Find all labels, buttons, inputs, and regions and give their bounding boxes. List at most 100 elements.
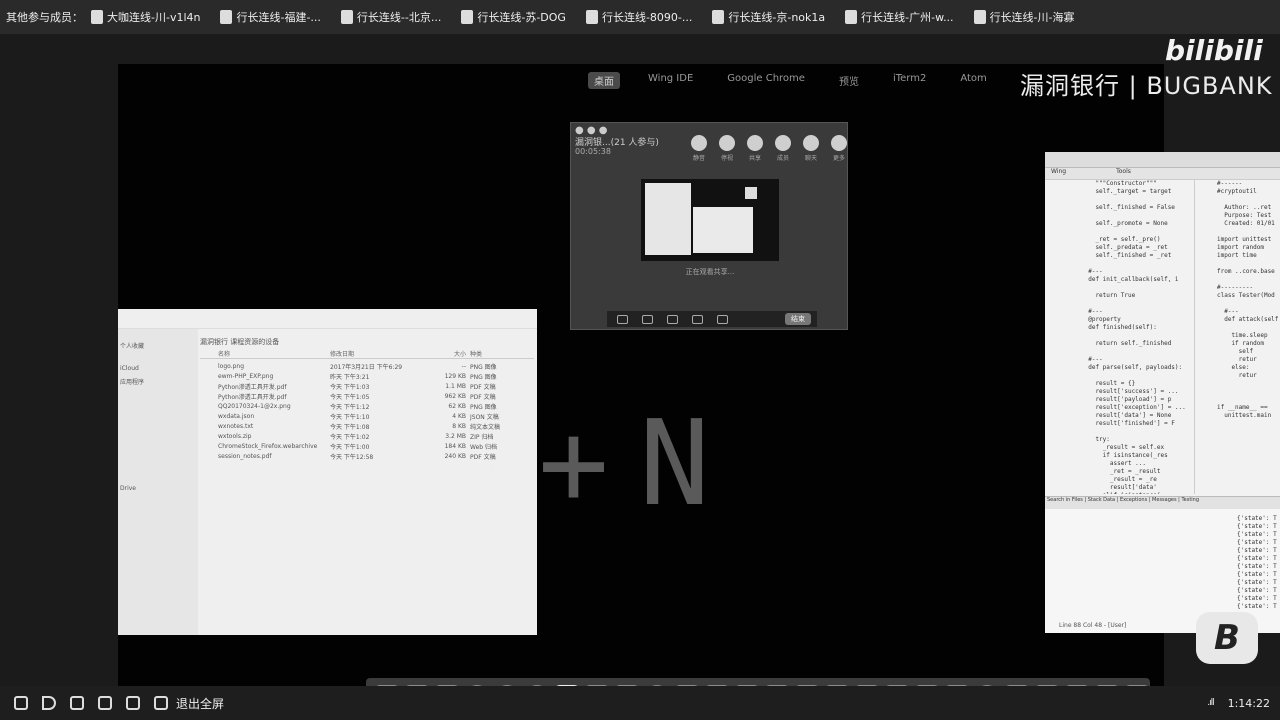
finder-path: 漏洞银行 课程资源的设备 bbox=[200, 338, 280, 346]
column-header[interactable]: 修改日期 bbox=[330, 349, 428, 358]
finder-toolbar[interactable] bbox=[118, 309, 537, 329]
finder-sidebar-item[interactable] bbox=[118, 473, 198, 485]
participant-item[interactable]: 行长连线--北京... bbox=[340, 9, 441, 25]
editor-toolbar[interactable] bbox=[1045, 152, 1280, 168]
column-header[interactable]: 种类 bbox=[470, 349, 534, 358]
participant-name: 行长连线-川-海寡 bbox=[989, 11, 1075, 24]
meeting-tool-button[interactable]: 更多 bbox=[829, 135, 849, 163]
meeting-tool-button[interactable]: 停视 bbox=[717, 135, 737, 163]
output-text: {'state': T {'state': T {'state': T {'st… bbox=[1237, 515, 1277, 610]
editor-tab[interactable]: Tools bbox=[1116, 168, 1131, 179]
preview-window bbox=[693, 207, 753, 253]
participant-item[interactable]: 行长连线-川-海寡 bbox=[973, 9, 1075, 25]
file-size: 962 KB bbox=[444, 392, 466, 400]
participant-item[interactable]: 行长连线-京-nok1a bbox=[712, 9, 825, 25]
finder-sidebar-item[interactable] bbox=[118, 329, 198, 341]
file-row[interactable]: wxtools.zip 今天 下午1:02 3.2 MB ZIP 归档 bbox=[200, 431, 534, 441]
meeting-tool-button[interactable]: 静音 bbox=[689, 135, 709, 163]
finder-sidebar-item[interactable] bbox=[118, 425, 198, 437]
finder-sidebar-item[interactable]: 应用程序 bbox=[118, 377, 198, 389]
participant-mic-icon bbox=[845, 10, 858, 24]
file-date: 今天 下午1:08 bbox=[330, 423, 370, 431]
chat-icon[interactable] bbox=[642, 314, 653, 324]
meeting-toolbar: 静音 停视 共享 成员 聊天 更多 bbox=[689, 135, 849, 163]
exit-fullscreen-button[interactable]: 退出全屏 bbox=[176, 695, 224, 712]
participant-mic-icon bbox=[712, 10, 725, 24]
participant-item[interactable]: 大咖连线-川-v1l4n bbox=[91, 9, 200, 25]
screen-share-icon[interactable] bbox=[98, 696, 112, 710]
end-meeting-button[interactable]: 结束 bbox=[785, 313, 811, 325]
menu-item[interactable]: 预览 bbox=[833, 72, 865, 89]
finder-sidebar-item[interactable] bbox=[118, 461, 198, 473]
code-editor[interactable]: """Constructor""" self._target = target … bbox=[1045, 180, 1195, 494]
file-row[interactable]: ChromeStock_Firefox.webarchive 今天 下午1:00 1… bbox=[200, 441, 534, 451]
camera-off-icon[interactable] bbox=[70, 696, 84, 710]
exit-fullscreen-icon[interactable] bbox=[154, 696, 168, 710]
editor-tab[interactable]: Wing bbox=[1051, 168, 1066, 179]
mic-icon[interactable] bbox=[667, 314, 678, 324]
column-header[interactable]: 大小 bbox=[428, 349, 470, 358]
screen-icon[interactable] bbox=[617, 314, 628, 324]
finder-sidebar-item[interactable] bbox=[118, 401, 198, 413]
file-row[interactable]: Python渗透工具开发.pdf 今天 下午1:05 962 KB PDF 文稿 bbox=[200, 391, 534, 401]
participant-item[interactable]: 行长连线-福建-... bbox=[220, 9, 321, 25]
meeting-tool-label: 成员 bbox=[776, 155, 789, 162]
file-row[interactable]: Python渗透工具开发.pdf 今天 下午1:03 1.1 MB PDF 文稿 bbox=[200, 381, 534, 391]
finder-sidebar-item[interactable] bbox=[118, 449, 198, 461]
camera-icon[interactable] bbox=[692, 314, 703, 324]
menu-item[interactable]: Google Chrome bbox=[721, 72, 811, 89]
file-row[interactable]: QQ20170324-1@2x.png 今天 下午1:12 62 KB PNG 图像 bbox=[200, 401, 534, 411]
participant-item[interactable]: 行长连线-苏-DOG bbox=[461, 9, 566, 25]
finder-sidebar-item[interactable]: iCloud bbox=[118, 365, 198, 377]
file-row[interactable]: session_notes.pdf 今天 下午12:58 240 KB PDF 文稿 bbox=[200, 451, 534, 461]
menu-item[interactable]: Atom bbox=[954, 72, 992, 89]
file-row[interactable]: wxdata.json 今天 下午1:10 4 KB JSON 文稿 bbox=[200, 411, 534, 421]
editor-tabs: Wing Tools bbox=[1045, 168, 1280, 180]
meeting-timer: 00:05:38 bbox=[575, 147, 611, 156]
bugbank-badge-icon: B bbox=[1196, 612, 1258, 664]
finder-window[interactable]: 个人收藏 iCloud 应用程序 Drive 漏洞银行 课程资源的设备 名称 修改日期大… bbox=[118, 309, 537, 635]
share-icon[interactable] bbox=[717, 314, 728, 324]
finder-sidebar-item[interactable] bbox=[118, 389, 198, 401]
file-list: logo.png 2017年3月21日 下午6:29 -- PNG 图像 ewm-PHP… bbox=[200, 361, 534, 461]
meeting-window[interactable]: ● ● ● 漏洞银...(21 人参与) 00:05:38 静音 停视 共享 成员 聊天… bbox=[570, 122, 848, 330]
record-icon[interactable] bbox=[126, 696, 140, 710]
file-kind: PDF 文稿 bbox=[470, 453, 496, 461]
bilibili-logo: bilibili bbox=[1165, 34, 1263, 67]
file-kind: PNG 图像 bbox=[470, 373, 497, 381]
file-size: 184 KB bbox=[444, 442, 466, 450]
meeting-tool-button[interactable]: 共享 bbox=[745, 135, 765, 163]
menu-item[interactable]: Wing IDE bbox=[642, 72, 699, 89]
file-row[interactable]: ewm-PHP_EXP.png 昨天 下午3:21 129 KB PNG 图像 bbox=[200, 371, 534, 381]
meeting-tool-icon bbox=[831, 135, 847, 151]
file-date: 今天 下午1:10 bbox=[330, 413, 370, 421]
file-row[interactable]: wxnotes.txt 今天 下午1:08 8 KB 纯文本文稿 bbox=[200, 421, 534, 431]
finder-sidebar-item[interactable] bbox=[118, 413, 198, 425]
file-date: 今天 下午1:00 bbox=[330, 443, 370, 451]
speaker-icon[interactable] bbox=[42, 696, 56, 710]
file-name: session_notes.pdf bbox=[218, 452, 272, 460]
signal-strength: .ıll bbox=[1207, 698, 1214, 708]
meeting-tool-button[interactable]: 成员 bbox=[773, 135, 793, 163]
participant-item[interactable]: 行长连线-广州-w... bbox=[845, 9, 954, 25]
participant-item[interactable]: 行长连线-8090-... bbox=[585, 9, 692, 25]
menu-item[interactable]: iTerm2 bbox=[887, 72, 932, 89]
output-tabs[interactable]: Search in Files | Stack Data | Exception… bbox=[1045, 497, 1280, 509]
participant-mic-icon bbox=[585, 10, 598, 24]
code-editor-secondary[interactable]: #------ #cryptoutil Author: ..ret Purpos… bbox=[1197, 180, 1280, 494]
meeting-tool-button[interactable]: 聊天 bbox=[801, 135, 821, 163]
meeting-tool-label: 停视 bbox=[720, 155, 733, 162]
mic-muted-icon[interactable] bbox=[14, 696, 28, 710]
menu-item[interactable]: 桌面 bbox=[588, 72, 620, 89]
participant-mic-icon bbox=[340, 10, 353, 24]
finder-sidebar-item[interactable] bbox=[118, 437, 198, 449]
file-kind: 纯文本文稿 bbox=[470, 423, 501, 431]
finder-sidebar-item[interactable]: Drive bbox=[118, 485, 198, 497]
members-list: 大咖连线-川-v1l4n 行长连线-福建-... 行长连线--北京... 行长连线-苏… bbox=[91, 9, 1095, 25]
finder-sidebar-item[interactable]: 个人收藏 bbox=[118, 341, 198, 353]
finder-sidebar-item[interactable] bbox=[118, 353, 198, 365]
column-header[interactable]: 名称 bbox=[200, 349, 330, 358]
meeting-tool-label: 聊天 bbox=[804, 155, 817, 162]
wing-ide-window[interactable]: Wing Tools """Constructor""" self._target… bbox=[1045, 152, 1280, 633]
file-row[interactable]: logo.png 2017年3月21日 下午6:29 -- PNG 图像 bbox=[200, 361, 534, 371]
